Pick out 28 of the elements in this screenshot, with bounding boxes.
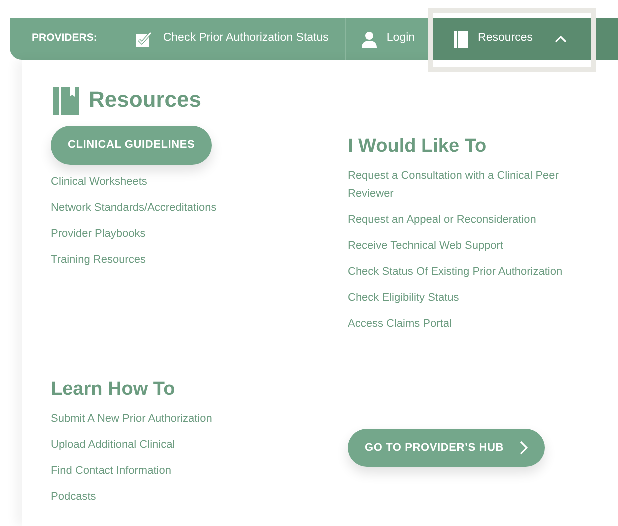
action-link[interactable]: Receive Technical Web Support bbox=[348, 236, 588, 255]
learn-link[interactable]: Podcasts bbox=[51, 488, 348, 506]
resource-link[interactable]: Network Standards/Accreditations bbox=[51, 198, 348, 216]
resource-link[interactable]: Training Resources bbox=[51, 250, 348, 268]
nav-label: PROVIDERS: bbox=[31, 31, 98, 46]
book-icon bbox=[454, 30, 468, 48]
nav-item[interactable]: Check Prior Authorization Status bbox=[119, 18, 346, 60]
action-link[interactable]: Request a Consultation with a Clinical Peer Reviewer bbox=[348, 166, 588, 203]
book-icon bbox=[51, 84, 81, 116]
panel-title: Resources bbox=[89, 86, 202, 114]
clinical-guidelines-button[interactable]: CLINICAL GUIDELINES bbox=[51, 126, 212, 164]
user-icon bbox=[362, 30, 377, 48]
learn-link[interactable]: Find Contact Information bbox=[51, 462, 348, 480]
action-link[interactable]: Check Status Of Existing Prior Authorization bbox=[348, 262, 588, 281]
action-link[interactable]: Access Claims Portal bbox=[348, 314, 588, 333]
section-heading: I Would Like To bbox=[348, 136, 488, 159]
nav-item[interactable]: Resources bbox=[432, 18, 618, 60]
checkbox-icon bbox=[135, 30, 154, 48]
nav-item[interactable]: Login bbox=[346, 18, 432, 60]
action-link[interactable]: Request an Appeal or Reconsideration bbox=[348, 210, 588, 229]
providers-hub-button[interactable]: GO TO PROVIDER’S HUB bbox=[348, 428, 546, 468]
section-heading: Learn How To bbox=[51, 378, 176, 402]
action-link[interactable]: Check Eligibility Status bbox=[348, 288, 588, 307]
resource-link[interactable]: Provider Playbooks bbox=[51, 224, 348, 242]
learn-link[interactable]: Submit A New Prior Authorization bbox=[51, 410, 348, 428]
chevron-right-icon bbox=[520, 441, 528, 456]
resource-link[interactable]: Clinical Worksheets bbox=[51, 172, 348, 190]
learn-link[interactable]: Upload Additional Clinical bbox=[51, 436, 348, 454]
